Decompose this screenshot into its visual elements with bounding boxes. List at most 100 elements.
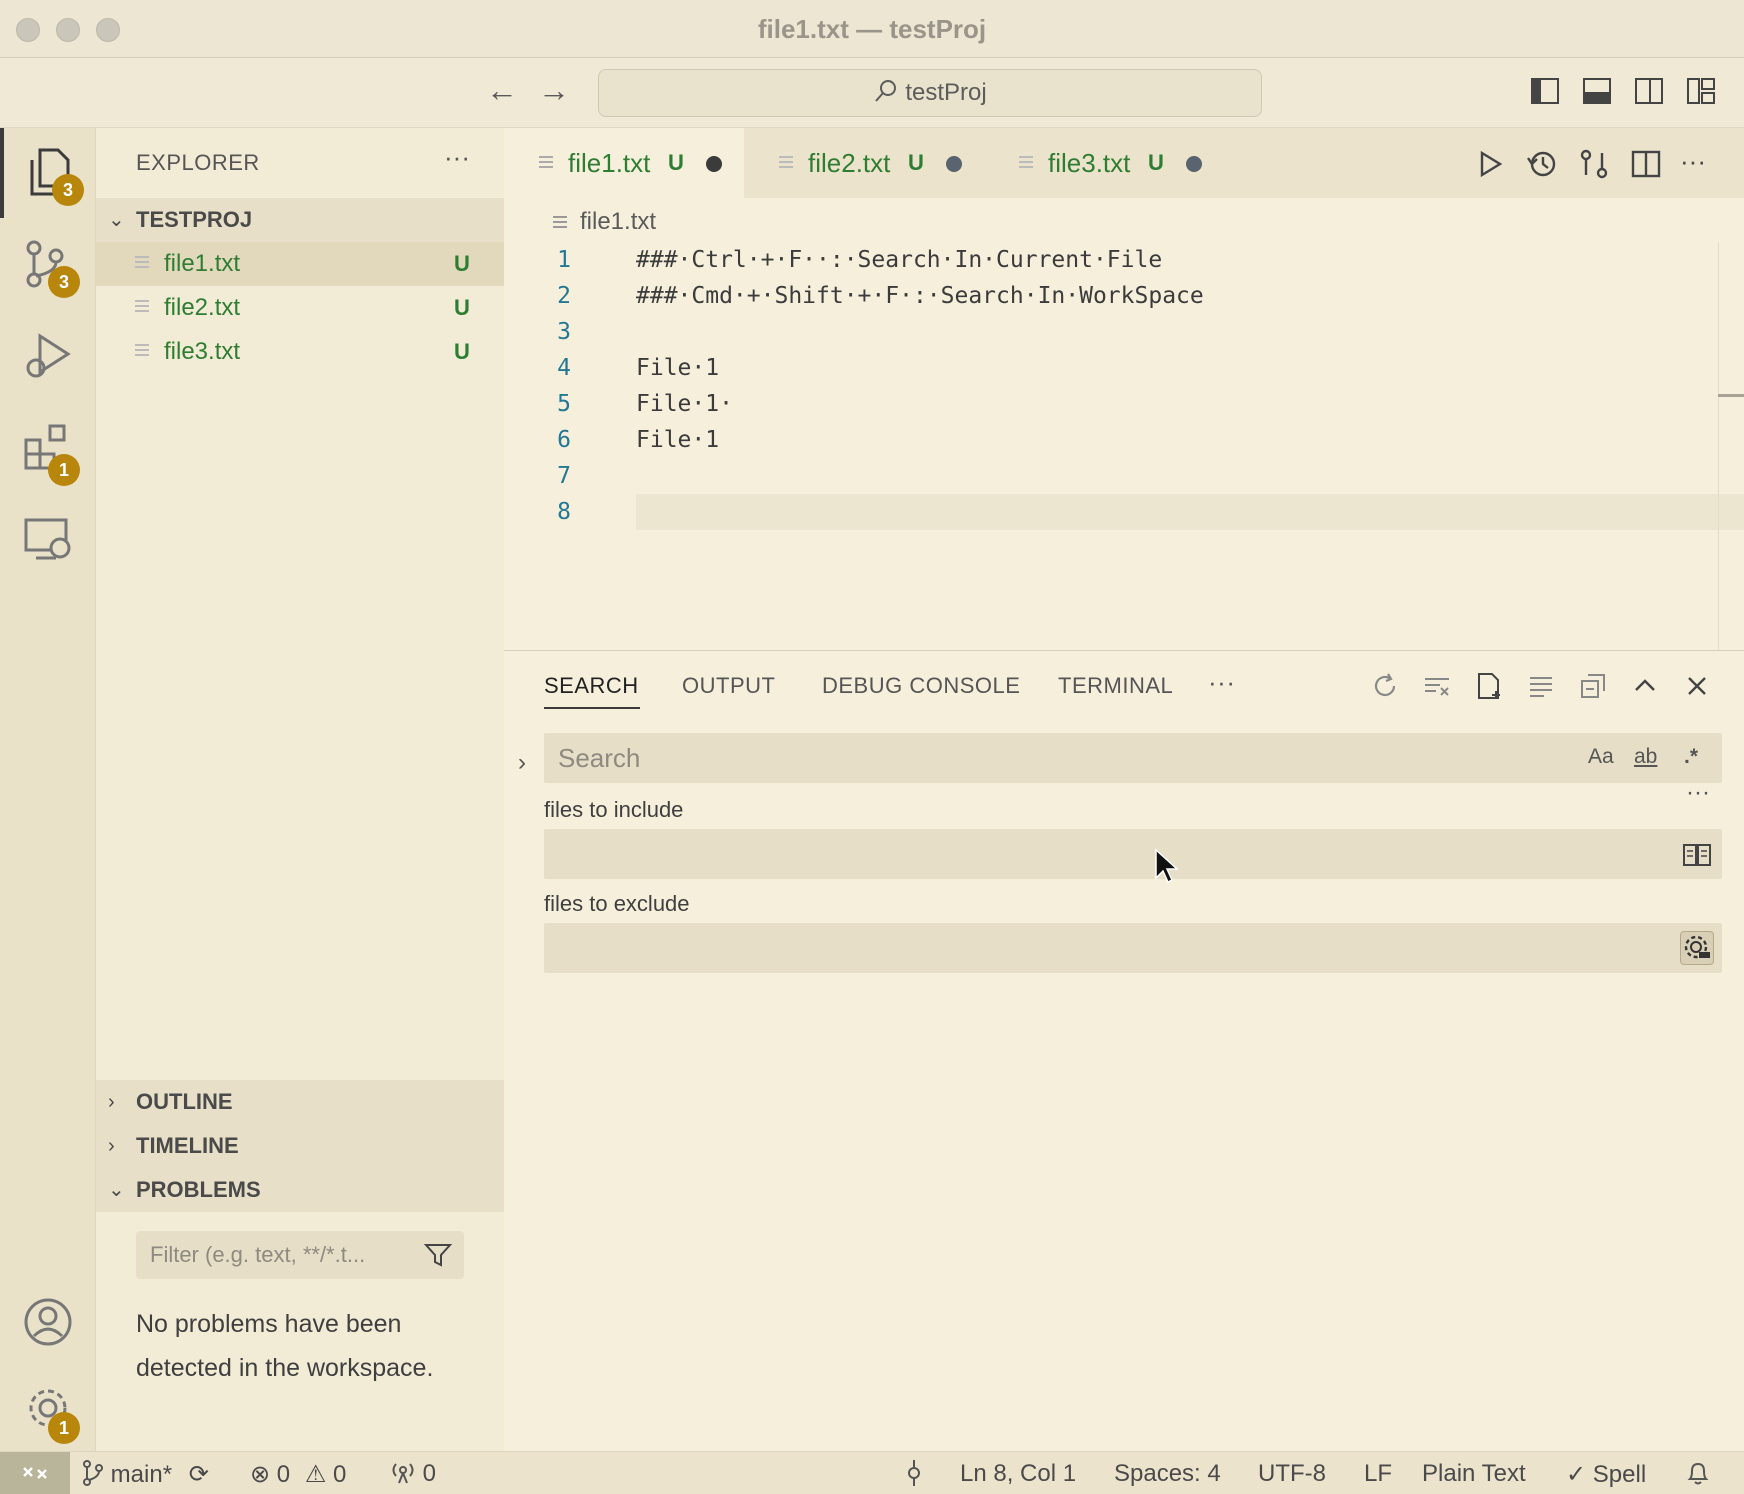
code-line: 4 File·1 xyxy=(504,350,1744,386)
file-name: file1.txt xyxy=(164,250,241,277)
customize-layout-icon[interactable] xyxy=(1686,76,1716,106)
line-number: 5 xyxy=(557,391,571,417)
mouse-pointer-icon xyxy=(1155,848,1178,884)
text-file-icon xyxy=(1019,156,1033,168)
clear-results-icon[interactable] xyxy=(1422,671,1452,701)
forward-arrow-icon[interactable]: → xyxy=(534,70,574,110)
refresh-icon[interactable] xyxy=(1370,671,1400,701)
match-whole-word-toggle[interactable]: ab xyxy=(1634,745,1657,769)
notifications-bell-icon[interactable] xyxy=(1686,1460,1710,1493)
text-file-icon xyxy=(553,216,567,228)
toggle-primary-sidebar-icon[interactable] xyxy=(1530,76,1560,106)
code-line: 3 xyxy=(504,314,1744,350)
unsaved-dot-icon[interactable] xyxy=(706,156,722,172)
filter-icon[interactable] xyxy=(424,1243,452,1267)
remote-explorer-activity[interactable] xyxy=(0,496,96,586)
toggle-replace-chevron-icon[interactable]: › xyxy=(518,749,526,777)
end-of-line[interactable]: LF xyxy=(1364,1460,1392,1488)
panel-more-tabs[interactable]: ··· xyxy=(1208,667,1235,698)
explorer-more-actions[interactable]: ··· xyxy=(444,142,470,173)
ports-indicator[interactable]: 0 xyxy=(390,1460,436,1488)
tab-output[interactable]: OUTPUT xyxy=(682,673,775,699)
editor-tabs: file1.txt U file2.txt U file3.txt U ··· xyxy=(504,128,1744,198)
cursor-position[interactable]: Ln 8, Col 1 xyxy=(960,1460,1076,1488)
code-line: 2 ###·Cmd·+·Shift·+·F·:·Search·In·WorkSpa… xyxy=(504,278,1744,314)
branch-icon xyxy=(83,1460,103,1486)
accounts-activity[interactable] xyxy=(0,1278,96,1368)
status-bar: main* ⟳ ⊗ 0 ⚠ 0 0 Ln 8, Col 1 Spaces: 4 … xyxy=(0,1451,1744,1494)
file-item-file1[interactable]: file1.txt U xyxy=(96,242,504,286)
error-icon: ⊗ xyxy=(250,1461,271,1488)
explorer-activity[interactable]: 3 xyxy=(0,128,96,218)
remote-icon xyxy=(23,1467,47,1479)
collapse-all-icon[interactable] xyxy=(1578,671,1608,701)
tab-file1[interactable]: file1.txt U xyxy=(504,128,744,198)
encoding[interactable]: UTF-8 xyxy=(1258,1460,1326,1488)
command-center[interactable]: testProj xyxy=(598,69,1262,117)
line-text: ###·Cmd·+·Shift·+·F·:·Search·In·WorkSpac… xyxy=(636,283,1204,309)
project-section-header[interactable]: ⌄ TESTPROJ xyxy=(96,198,504,242)
search-open-editors-icon[interactable] xyxy=(1680,837,1714,871)
extensions-activity[interactable]: 1 xyxy=(0,404,96,494)
tab-debug-console[interactable]: DEBUG CONSOLE xyxy=(822,673,1020,699)
chevron-right-icon: › xyxy=(108,1091,115,1113)
files-to-include-input[interactable] xyxy=(544,829,1722,879)
file-name: file2.txt xyxy=(164,294,241,321)
run-debug-activity[interactable] xyxy=(0,312,96,402)
tab-terminal[interactable]: TERMINAL xyxy=(1058,673,1173,699)
editor-more-actions[interactable]: ··· xyxy=(1680,148,1712,180)
use-regex-toggle[interactable]: .* xyxy=(1684,745,1698,769)
toggle-panel-icon[interactable] xyxy=(1582,76,1612,106)
unsaved-dot-icon[interactable] xyxy=(946,156,962,172)
text-editor[interactable]: file1.txt 1 ###·Ctrl·+·F··:·Search·In·Cur… xyxy=(504,198,1744,650)
tab-file2[interactable]: file2.txt U xyxy=(744,128,984,198)
compare-changes-icon[interactable] xyxy=(1578,148,1610,180)
close-panel-icon[interactable] xyxy=(1682,671,1712,701)
run-icon[interactable] xyxy=(1474,148,1506,180)
no-problems-message: No problems have been detected in the wo… xyxy=(136,1310,434,1382)
search-input[interactable]: Search Aa ab .* xyxy=(544,733,1722,783)
line-number: 7 xyxy=(557,463,571,489)
toggle-search-details[interactable]: ··· xyxy=(1686,779,1710,807)
sync-icon[interactable]: ⟳ xyxy=(189,1461,209,1488)
editor-scrollbar[interactable] xyxy=(1718,242,1744,650)
filter-placeholder: Filter (e.g. text, **/*.t... xyxy=(150,1242,366,1267)
tab-file3[interactable]: file3.txt U xyxy=(984,128,1224,198)
vscode-window: file1.txt — testProj ← → testProj 3 3 1 xyxy=(0,0,1744,1494)
history-icon[interactable] xyxy=(1526,148,1558,180)
file-item-file2[interactable]: file2.txt U xyxy=(96,286,504,330)
active-tab-indicator xyxy=(544,707,640,709)
files-to-include-label: files to include xyxy=(544,797,684,822)
view-as-tree-icon[interactable] xyxy=(1526,671,1556,701)
problems-filter-input[interactable]: Filter (e.g. text, **/*.t... xyxy=(136,1231,464,1279)
new-search-editor-icon[interactable] xyxy=(1474,671,1504,701)
language-mode[interactable]: Plain Text xyxy=(1422,1460,1526,1488)
remote-indicator[interactable] xyxy=(0,1452,70,1494)
split-editor-icon[interactable] xyxy=(1630,148,1662,180)
files-to-exclude-label: files to exclude xyxy=(544,891,690,916)
line-number: 6 xyxy=(557,427,571,453)
commit-icon[interactable] xyxy=(904,1460,924,1489)
outline-label: OUTLINE xyxy=(136,1089,233,1114)
indentation[interactable]: Spaces: 4 xyxy=(1114,1460,1221,1488)
problems-indicator[interactable]: ⊗ 0 ⚠ 0 xyxy=(250,1460,346,1489)
timeline-section-header[interactable]: › TIMELINE xyxy=(96,1124,504,1168)
breadcrumb[interactable]: file1.txt xyxy=(580,208,656,236)
maximize-panel-icon[interactable] xyxy=(1630,671,1660,701)
back-arrow-icon[interactable]: ← xyxy=(482,70,522,110)
manage-activity[interactable]: 1 xyxy=(0,1364,96,1454)
toggle-secondary-sidebar-icon[interactable] xyxy=(1634,76,1664,106)
spell-check[interactable]: ✓ Spell xyxy=(1566,1460,1646,1489)
tab-search[interactable]: SEARCH xyxy=(544,673,639,699)
match-case-toggle[interactable]: Aa xyxy=(1588,745,1614,769)
problems-section-header[interactable]: ⌄ PROBLEMS xyxy=(96,1168,504,1212)
use-exclude-settings-toggle[interactable] xyxy=(1680,931,1714,965)
outline-section-header[interactable]: › OUTLINE xyxy=(96,1080,504,1124)
file-item-file3[interactable]: file3.txt U xyxy=(96,330,504,374)
problems-label: PROBLEMS xyxy=(136,1177,261,1202)
branch-indicator[interactable]: main* ⟳ xyxy=(82,1460,209,1489)
remote-explorer-icon xyxy=(24,518,71,560)
files-to-exclude-input[interactable] xyxy=(544,923,1722,973)
unsaved-dot-icon[interactable] xyxy=(1186,156,1202,172)
source-control-activity[interactable]: 3 xyxy=(0,220,96,310)
